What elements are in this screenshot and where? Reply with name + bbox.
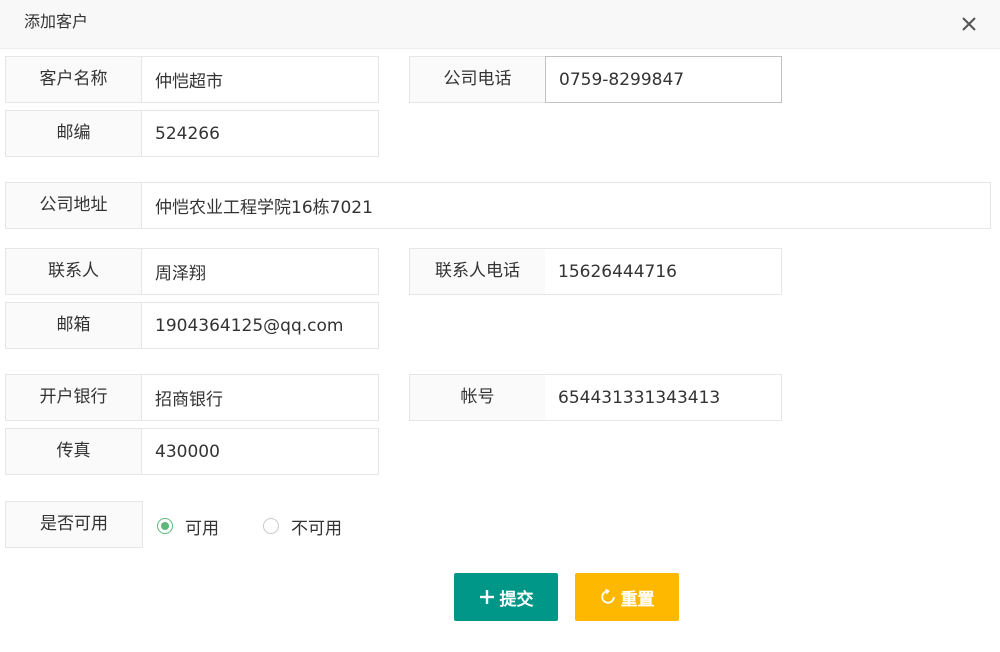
radio-unavailable[interactable]: 不可用 bbox=[263, 513, 342, 539]
company-address-input[interactable] bbox=[142, 182, 991, 229]
reset-label: 重置 bbox=[620, 589, 655, 610]
radio-unavailable-label: 不可用 bbox=[291, 518, 342, 539]
account-input[interactable] bbox=[545, 374, 782, 421]
available-label: 是否可用 bbox=[5, 501, 143, 548]
radio-available-label: 可用 bbox=[185, 518, 219, 539]
dialog-titlebar: 添加客户 bbox=[0, 0, 1000, 49]
customer-name-input[interactable] bbox=[142, 56, 379, 103]
submit-label: 提交 bbox=[499, 589, 534, 610]
email-input[interactable] bbox=[142, 302, 379, 349]
customer-name-label: 客户名称 bbox=[5, 56, 142, 103]
reset-button[interactable]: 重置 bbox=[575, 573, 679, 621]
email-label: 邮箱 bbox=[5, 302, 142, 349]
postcode-label: 邮编 bbox=[5, 110, 142, 157]
plus-icon bbox=[479, 589, 495, 605]
company-phone-label: 公司电话 bbox=[409, 56, 546, 103]
bank-input[interactable] bbox=[142, 374, 379, 421]
submit-button[interactable]: 提交 bbox=[454, 573, 558, 621]
fax-label: 传真 bbox=[5, 428, 142, 475]
account-label: 帐号 bbox=[409, 374, 546, 421]
company-phone-input[interactable] bbox=[545, 56, 782, 103]
contact-label: 联系人 bbox=[5, 248, 142, 295]
fax-input[interactable] bbox=[142, 428, 379, 475]
add-customer-dialog: 添加客户 客户名称 公司电话 邮编 公司地址 联系人 联系人电话 邮箱 开户银行… bbox=[0, 0, 1000, 652]
postcode-input[interactable] bbox=[142, 110, 379, 157]
radio-available[interactable]: 可用 bbox=[157, 513, 219, 539]
company-address-label: 公司地址 bbox=[5, 182, 142, 229]
radio-checked-icon bbox=[157, 518, 173, 534]
contact-input[interactable] bbox=[142, 248, 379, 295]
contact-phone-label: 联系人电话 bbox=[409, 248, 546, 295]
radio-unchecked-icon bbox=[263, 518, 279, 534]
refresh-icon bbox=[600, 588, 616, 605]
bank-label: 开户银行 bbox=[5, 374, 142, 421]
close-icon[interactable] bbox=[957, 12, 981, 36]
contact-phone-input[interactable] bbox=[545, 248, 782, 295]
dialog-title: 添加客户 bbox=[24, 12, 89, 31]
